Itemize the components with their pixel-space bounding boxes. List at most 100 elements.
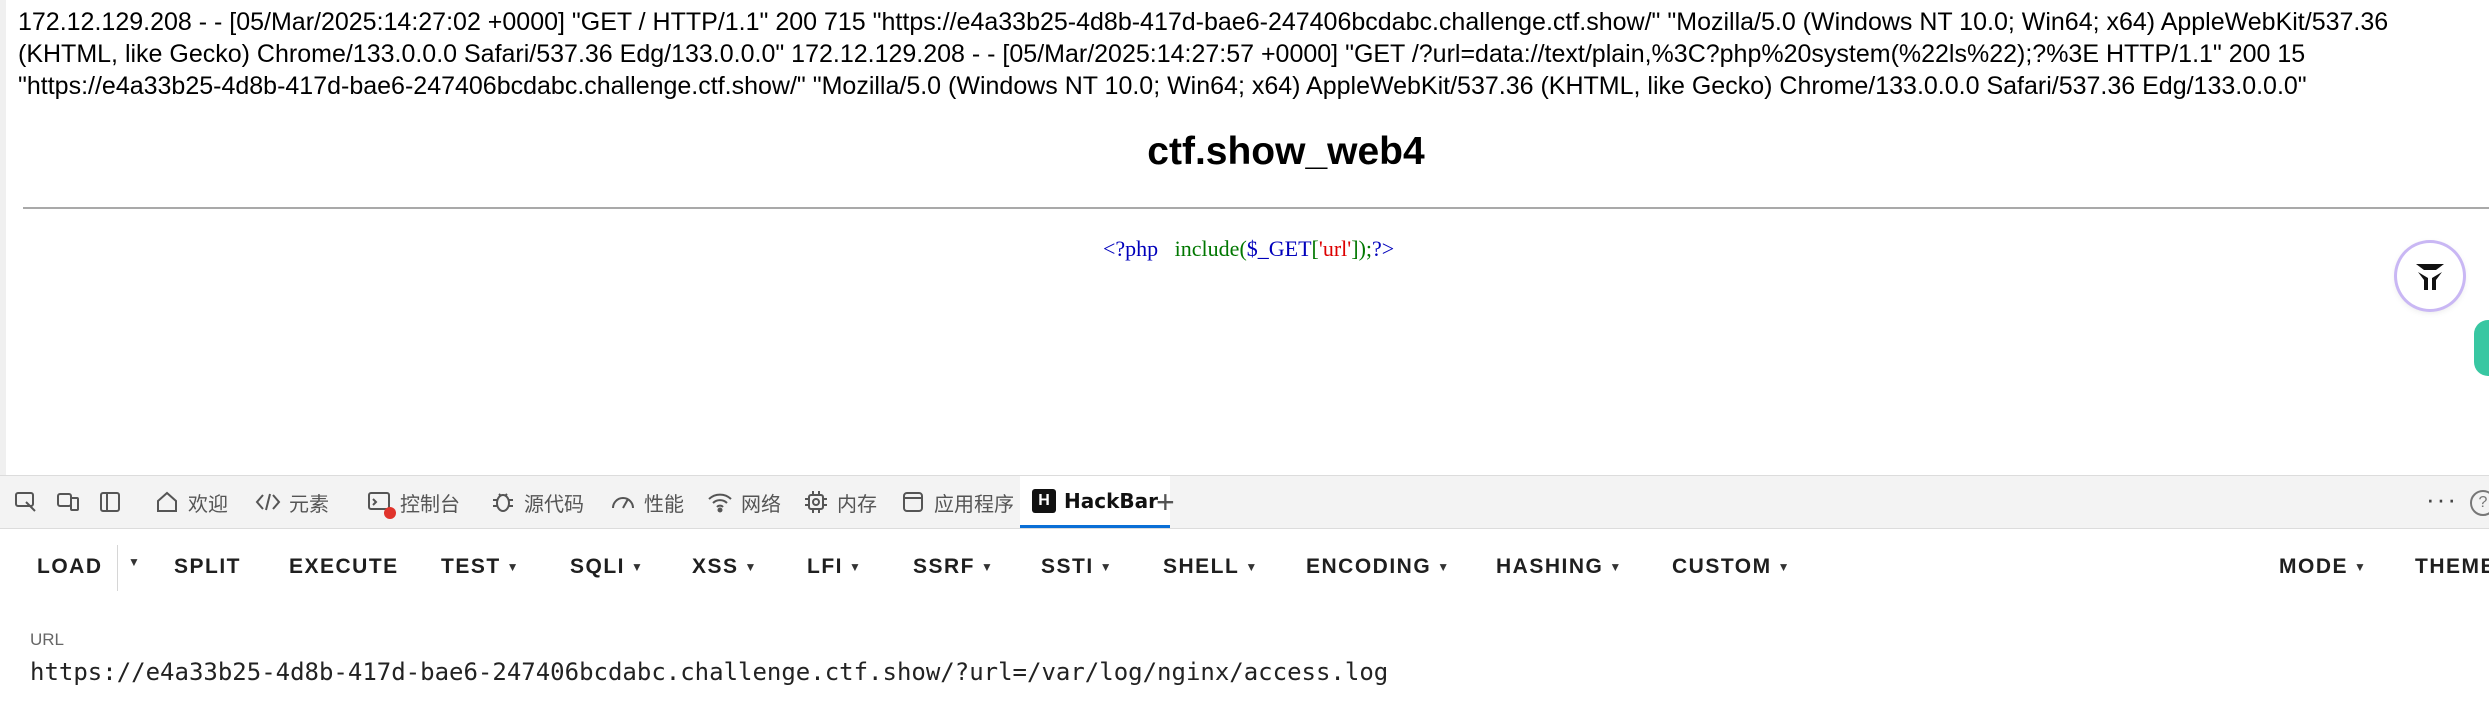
devtools-tab-bar: 欢迎 元素 控制台 源代码 性能 网络 内存 应用程序 H HackBar + … [0, 475, 2489, 529]
chevron-down-icon: ▼ [744, 560, 758, 574]
menu-label: SHELL [1163, 555, 1240, 578]
tab-welcome[interactable]: 欢迎 [154, 476, 228, 528]
php-bracket-open: [ [1311, 236, 1319, 261]
php-paren-close: ); [1358, 236, 1373, 261]
tab-label: 网络 [741, 491, 781, 516]
hashing-menu[interactable]: HASHING ▼ [1496, 555, 1623, 579]
tab-network[interactable]: 网络 [707, 476, 781, 528]
error-badge [384, 507, 396, 519]
tab-label: 性能 [644, 491, 684, 516]
chevron-down-icon: ▼ [631, 560, 645, 574]
chevron-down-icon: ▼ [1777, 560, 1792, 574]
ssti-menu[interactable]: SSTI ▼ [1041, 555, 1113, 579]
load-separator [117, 545, 118, 591]
chevron-down-icon: ▼ [128, 555, 142, 569]
menu-label: SPLIT [174, 555, 242, 578]
menu-label: SQLI [570, 555, 626, 578]
code-icon [255, 489, 281, 515]
tab-label: HackBar [1064, 488, 1158, 513]
lfi-menu[interactable]: LFI ▼ [807, 555, 862, 579]
add-tab-button[interactable]: + [1156, 484, 1175, 521]
page-content: 172.12.129.208 - - [05/Mar/2025:14:27:02… [0, 0, 2489, 475]
floating-assistant-button[interactable] [2397, 243, 2463, 309]
tab-sources[interactable]: 源代码 [490, 476, 584, 528]
tab-label: 内存 [837, 491, 877, 516]
tab-label: 应用程序 [934, 491, 1014, 516]
menu-label: SSRF [913, 555, 976, 578]
access-log-text: 172.12.129.208 - - [05/Mar/2025:14:27:02… [18, 8, 2389, 100]
menu-label: EXECUTE [289, 555, 399, 578]
tab-label: 欢迎 [188, 491, 228, 516]
performance-icon [610, 489, 636, 515]
tab-console[interactable]: 控制台 [366, 476, 460, 528]
shell-menu[interactable]: SHELL ▼ [1163, 555, 1259, 579]
ssrf-menu[interactable]: SSRF ▼ [913, 555, 994, 579]
php-open-tag: <?php [1103, 236, 1159, 261]
inspect-icon[interactable] [12, 488, 40, 516]
menu-label: TEST [441, 555, 501, 578]
menu-label: THEME [2415, 555, 2489, 578]
php-paren-open: ( [1239, 236, 1247, 261]
chevron-down-icon: ▼ [981, 560, 995, 574]
chevron-down-icon: ▼ [1245, 560, 1259, 574]
load-button[interactable]: LOAD [37, 555, 103, 579]
encoding-menu[interactable]: ENCODING ▼ [1306, 555, 1451, 579]
php-include-keyword: include [1174, 236, 1240, 261]
wifi-icon [707, 489, 733, 515]
menu-label: SSTI [1041, 555, 1094, 578]
split-button[interactable]: SPLIT [174, 555, 241, 579]
execute-button[interactable]: EXECUTE [289, 555, 399, 579]
tab-hackbar[interactable]: H HackBar [1020, 476, 1170, 528]
tab-label: 源代码 [524, 491, 584, 516]
test-menu[interactable]: TEST ▼ [441, 555, 520, 579]
chevron-down-icon: ▼ [849, 560, 863, 574]
url-input[interactable]: https://e4a33b25-4d8b-417d-bae6-247406bc… [30, 658, 1388, 686]
sqli-menu[interactable]: SQLI ▼ [570, 555, 644, 579]
menu-label: LOAD [37, 555, 103, 578]
php-bracket-close: ] [1351, 236, 1359, 261]
php-close-tag: ?> [1372, 236, 1395, 261]
tab-elements[interactable]: 元素 [255, 476, 329, 528]
side-widget-peek[interactable] [2474, 320, 2489, 376]
menu-label: XSS [692, 555, 739, 578]
tab-application[interactable]: 应用程序 [900, 476, 1014, 528]
chip-icon [803, 489, 829, 515]
tab-memory[interactable]: 内存 [803, 476, 877, 528]
php-get-variable: $_GET [1246, 236, 1312, 261]
help-icon[interactable]: ? [2470, 490, 2489, 516]
chevron-down-icon: ▼ [2354, 560, 2368, 574]
dock-side-icon[interactable] [96, 488, 124, 516]
menu-label: ENCODING [1306, 555, 1432, 578]
chevron-down-icon: ▼ [1437, 560, 1451, 574]
home-icon [154, 489, 180, 515]
menu-label: HASHING [1496, 555, 1604, 578]
custom-menu[interactable]: CUSTOM ▼ [1672, 555, 1791, 579]
hackbar-menu-bar: LOAD ▼ SPLIT EXECUTE TEST ▼ SQLI ▼ XSS ▼ LF… [0, 529, 2489, 606]
php-source-code: <?php include($_GET['url']);?> [1103, 236, 1394, 262]
chevron-down-icon: ▼ [1609, 560, 1623, 574]
divider [23, 207, 2489, 209]
menu-label: LFI [807, 555, 843, 578]
url-section: URL https://e4a33b25-4d8b-417d-bae6-2474… [0, 606, 2489, 708]
mode-menu[interactable]: MODE ▼ [2279, 555, 2367, 579]
page-title: ctf.show_web4 [1147, 130, 1425, 173]
load-dropdown-toggle[interactable]: ▼ [128, 555, 141, 569]
tab-label: 控制台 [400, 491, 460, 516]
devtools-tools [12, 488, 124, 516]
xss-menu[interactable]: XSS ▼ [692, 555, 758, 579]
bug-icon [490, 489, 516, 515]
assistant-logo-icon [2416, 264, 2444, 290]
menu-label: CUSTOM [1672, 555, 1772, 578]
hackbar-logo-icon: H [1032, 488, 1056, 513]
app-icon [900, 489, 926, 515]
chevron-down-icon: ▼ [506, 560, 521, 574]
tab-label: 元素 [289, 491, 329, 516]
php-string-url: 'url' [1318, 236, 1352, 261]
menu-label: MODE [2279, 555, 2348, 578]
tab-performance[interactable]: 性能 [610, 476, 684, 528]
theme-menu[interactable]: THEME [2415, 555, 2489, 579]
device-emulation-icon[interactable] [54, 488, 82, 516]
more-options-button[interactable]: ··· [2426, 484, 2458, 515]
console-icon [366, 489, 396, 519]
url-label: URL [30, 630, 65, 649]
